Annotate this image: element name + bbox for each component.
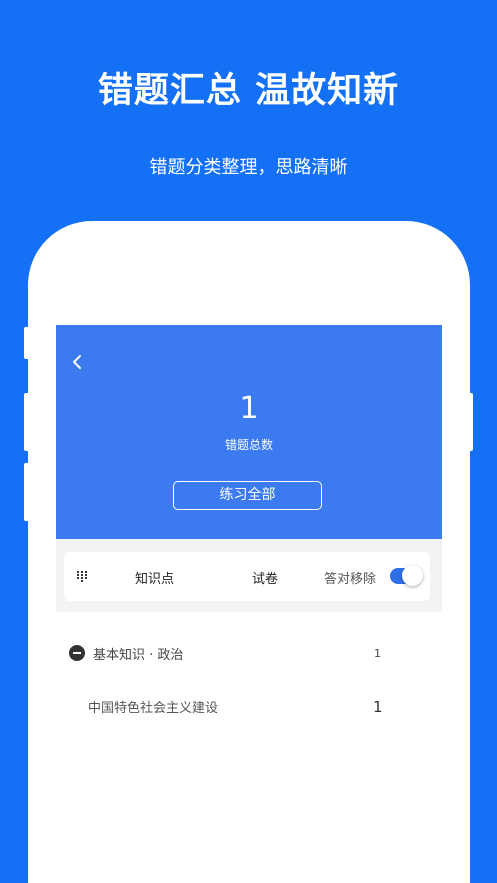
tab-knowledge-point[interactable]: 知识点 — [135, 568, 174, 587]
promo-headline: 错题汇总 温故知新 — [97, 71, 400, 111]
minus-circle-icon[interactable] — [69, 645, 85, 661]
category-label: 基本知识 · 政治 — [93, 648, 184, 663]
tab-paper[interactable]: 试卷 — [252, 568, 278, 587]
app-screen: 1 错题总数 练习全部 知识点 试卷 答对移除 基本知识 · 政治 1 中国特色… — [56, 325, 442, 883]
phone-side-button — [24, 463, 29, 521]
chevron-left-icon — [73, 355, 81, 369]
category-count: 1 — [374, 647, 381, 660]
filter-bar: 知识点 试卷 答对移除 — [64, 552, 430, 601]
practice-all-button[interactable]: 练习全部 — [173, 481, 322, 510]
phone-side-button — [24, 393, 29, 451]
phone-side-button — [468, 393, 473, 451]
toggle-knob — [402, 565, 423, 586]
remove-correct-label: 答对移除 — [324, 572, 377, 587]
category-row[interactable]: 基本知识 · 政治 1 — [56, 641, 442, 665]
filter-area: 知识点 试卷 答对移除 — [56, 539, 442, 612]
list-item[interactable]: 中国特色社会主义建设 1 — [56, 693, 442, 721]
total-wrong-label: 错题总数 — [224, 438, 273, 452]
grid-dots-icon[interactable] — [77, 571, 87, 582]
back-button[interactable] — [68, 352, 88, 372]
summary-header: 1 错题总数 练习全部 — [56, 325, 442, 539]
list-item-count: 1 — [373, 698, 383, 716]
phone-side-button — [24, 327, 29, 359]
list-item-label: 中国特色社会主义建设 — [88, 701, 219, 716]
promo-subline: 错题分类整理，思路清晰 — [149, 157, 348, 178]
remove-correct-toggle[interactable] — [390, 565, 423, 586]
total-wrong-count: 1 — [239, 391, 259, 426]
